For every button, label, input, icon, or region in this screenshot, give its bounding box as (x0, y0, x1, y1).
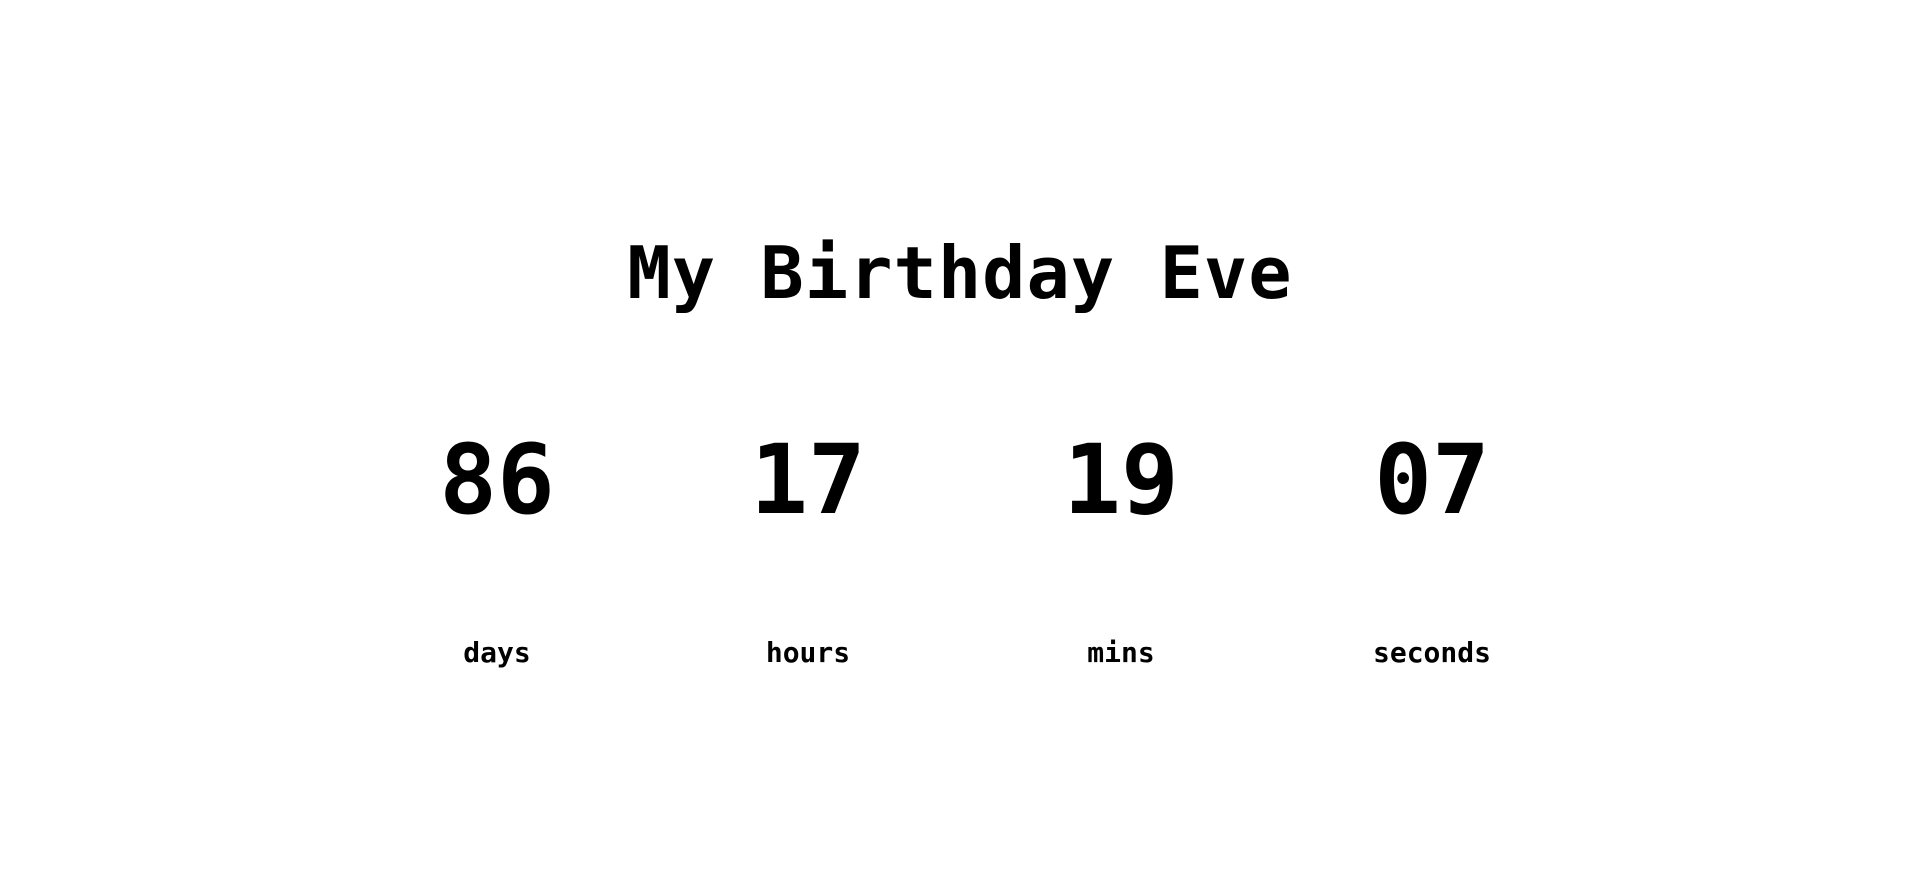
days-value: 86 (439, 424, 555, 536)
countdown-page: My Birthday Eve 86 days 17 hours 19 mins… (0, 0, 1920, 883)
seconds-value: 07 (1374, 424, 1490, 536)
hours-value: 17 (750, 424, 866, 536)
countdown-timer: 86 days 17 hours 19 mins 07 seconds (0, 0, 1920, 883)
hours-label: hours (765, 636, 851, 669)
seconds-label: seconds (1372, 636, 1491, 669)
days-label: days (463, 636, 531, 669)
mins-label: mins (1087, 636, 1155, 669)
mins-value: 19 (1063, 424, 1179, 536)
